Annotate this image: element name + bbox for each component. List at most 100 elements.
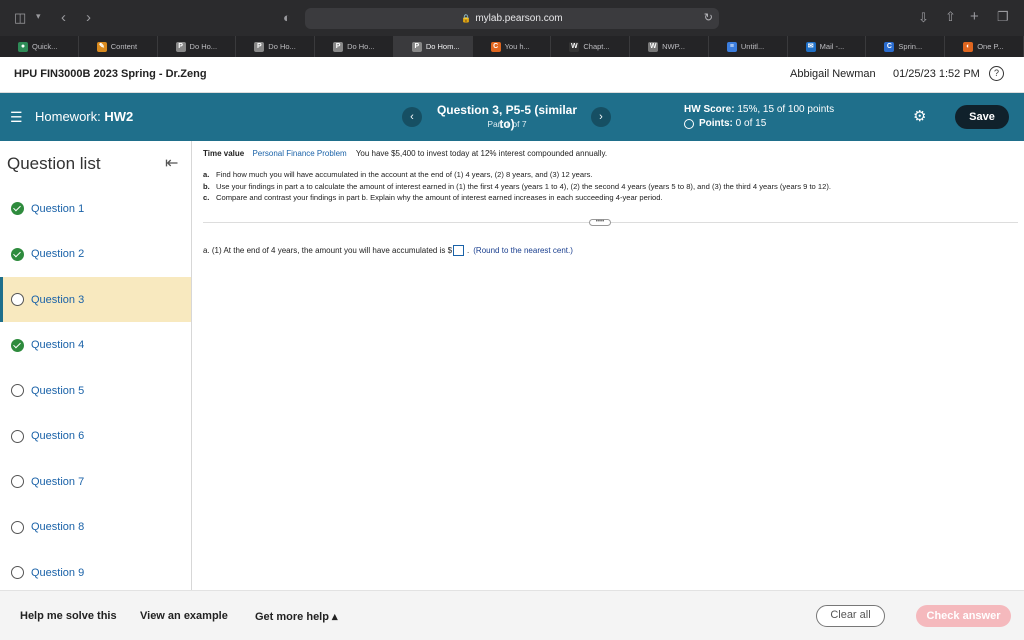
collapse-panel-icon[interactable]: ⇤ bbox=[165, 153, 178, 173]
clear-all-button[interactable]: Clear all bbox=[816, 605, 885, 627]
question-list-item[interactable]: Question 4 bbox=[0, 323, 191, 368]
browser-toolbar: ◫ ▾ ‹ › ◐ 🔒 mylab.pearson.com ↻ ⇩ ⇧ + ❐ bbox=[0, 0, 1024, 36]
tab-favicon-icon: W bbox=[648, 41, 659, 52]
more-help-button[interactable]: Get more help ▴ bbox=[255, 610, 338, 623]
tab-overview-icon[interactable]: ❐ bbox=[997, 9, 1009, 25]
empty-circle-icon bbox=[11, 566, 24, 579]
question-list-label: Question 8 bbox=[31, 521, 85, 533]
tab-favicon-icon: ◐ bbox=[963, 41, 974, 52]
tab-favicon-icon: P bbox=[411, 41, 422, 52]
question-part-item: c. Compare and contrast your findings in … bbox=[203, 192, 831, 204]
browser-tab[interactable]: ✎ Content bbox=[79, 36, 158, 57]
reload-icon[interactable]: ↻ bbox=[704, 11, 713, 24]
question-list-item[interactable]: Question 9 bbox=[0, 550, 191, 595]
tab-label: Untitl... bbox=[740, 42, 765, 51]
tab-label: Chapt... bbox=[583, 42, 610, 51]
course-title: HPU FIN3000B 2023 Spring - Dr.Zeng bbox=[14, 68, 207, 80]
empty-circle-icon bbox=[11, 475, 24, 488]
browser-tab[interactable]: P Do Ho... bbox=[236, 36, 316, 57]
browser-tab[interactable]: C You h... bbox=[473, 36, 552, 57]
browser-tab[interactable]: ≡ Untitl... bbox=[709, 36, 788, 57]
share-icon[interactable]: ⇧ bbox=[945, 9, 956, 25]
homework-label: Homework: bbox=[35, 109, 101, 124]
help-icon[interactable]: ? bbox=[989, 66, 1004, 81]
part-text: Use your findings in part a to calculate… bbox=[216, 181, 831, 191]
empty-circle-icon bbox=[11, 293, 24, 306]
answer-hint: (Round to the nearest cent.) bbox=[473, 246, 573, 255]
shield-icon[interactable]: ◐ bbox=[283, 10, 291, 25]
gear-icon[interactable]: ⚙ bbox=[913, 107, 926, 125]
browser-tab[interactable]: ◐ One P... bbox=[945, 36, 1024, 57]
points-value: 0 of 15 bbox=[735, 118, 767, 129]
tab-label: NWP... bbox=[662, 42, 685, 51]
points-label: Points: bbox=[699, 118, 733, 129]
user-name: Abbigail Newman bbox=[790, 68, 876, 80]
empty-circle-icon bbox=[11, 384, 24, 397]
question-list-label: Question 4 bbox=[31, 339, 85, 351]
browser-tab[interactable]: W Chapt... bbox=[551, 36, 631, 57]
new-tab-icon[interactable]: + bbox=[970, 8, 979, 25]
tab-favicon-icon: ✉ bbox=[805, 41, 816, 52]
question-list-item[interactable]: Question 5 bbox=[0, 368, 191, 413]
browser-tab[interactable]: ● Quick... bbox=[0, 36, 79, 57]
tab-favicon-icon: P bbox=[254, 41, 265, 52]
question-list-item[interactable]: Question 3 bbox=[0, 277, 191, 322]
tab-label: Do Ho... bbox=[347, 42, 375, 51]
browser-tab[interactable]: P Do Ho... bbox=[315, 36, 394, 57]
course-header: HPU FIN3000B 2023 Spring - Dr.Zeng Abbig… bbox=[0, 57, 1024, 93]
forward-icon[interactable]: › bbox=[86, 9, 91, 26]
question-intro: Time value Personal Finance Problem You … bbox=[203, 149, 607, 158]
answer-input[interactable] bbox=[453, 245, 465, 256]
question-list-label: Question 9 bbox=[31, 566, 85, 579]
part-text: Compare and contrast your findings in pa… bbox=[216, 193, 663, 202]
hw-score-label: HW Score: bbox=[684, 104, 735, 115]
check-circle-icon bbox=[11, 338, 24, 352]
browser-tab[interactable]: ✉ Mail -... bbox=[788, 36, 867, 57]
question-list-label: Question 3 bbox=[31, 293, 85, 306]
chevron-down-icon[interactable]: ▾ bbox=[36, 11, 41, 22]
expand-more-button[interactable]: •••• bbox=[589, 219, 611, 226]
lock-icon: 🔒 bbox=[461, 14, 472, 23]
question-list-item[interactable]: Question 1 bbox=[0, 186, 191, 231]
part-letter: c. bbox=[203, 193, 210, 202]
topic-label: Time value bbox=[203, 149, 245, 158]
tab-label: Quick... bbox=[32, 42, 58, 51]
sidebar-toggle-icon[interactable]: ◫ bbox=[14, 10, 26, 26]
question-list-label: Question 5 bbox=[31, 384, 85, 397]
tab-favicon-icon: ≡ bbox=[726, 41, 737, 52]
empty-circle-icon bbox=[11, 429, 24, 443]
tab-label: Do Hom... bbox=[425, 42, 460, 51]
back-icon[interactable]: ‹ bbox=[61, 9, 66, 26]
check-answer-button[interactable]: Check answer bbox=[916, 605, 1011, 627]
menu-icon[interactable]: ☰ bbox=[10, 109, 23, 126]
homework-bar: ☰ Homework: HW2 ‹ Question 3, P5-5 (simi… bbox=[0, 93, 1024, 141]
browser-tab[interactable]: W NWP... bbox=[630, 36, 709, 57]
question-prompt: You have $5,400 to invest today at 12% i… bbox=[355, 149, 608, 158]
tab-label: Do Ho... bbox=[189, 42, 218, 51]
tab-favicon-icon: ● bbox=[18, 41, 28, 52]
browser-tab[interactable]: P Do Hom... bbox=[393, 36, 473, 57]
download-icon[interactable]: ⇩ bbox=[918, 10, 929, 26]
tab-label: Content bbox=[110, 42, 138, 51]
part-letter: b. bbox=[203, 181, 210, 191]
save-button[interactable]: Save bbox=[955, 105, 1009, 129]
category-link[interactable]: Personal Finance Problem bbox=[252, 149, 346, 158]
previous-question-button[interactable]: ‹ bbox=[402, 107, 422, 127]
question-list-item[interactable]: Question 7 bbox=[0, 459, 191, 504]
question-list-title: Question list bbox=[7, 154, 101, 173]
question-list-label: Question 2 bbox=[31, 248, 85, 260]
question-list-item[interactable]: Question 2 bbox=[0, 232, 191, 277]
browser-tab[interactable]: C Sprin... bbox=[866, 36, 946, 57]
answer-prefix: a. (1) At the end of 4 years, the amount… bbox=[203, 246, 453, 255]
help-solve-button[interactable]: Help me solve this bbox=[20, 610, 117, 622]
part-letter: a. bbox=[203, 170, 210, 179]
view-example-button[interactable]: View an example bbox=[140, 610, 228, 622]
question-list-item[interactable]: Question 8 bbox=[0, 505, 191, 550]
browser-tab[interactable]: P Do Ho... bbox=[158, 36, 237, 57]
next-question-button[interactable]: › bbox=[591, 107, 611, 127]
address-bar[interactable]: 🔒 mylab.pearson.com ↻ bbox=[305, 8, 719, 29]
datetime: 01/25/23 1:52 PM bbox=[893, 68, 980, 80]
question-list-item[interactable]: Question 6 bbox=[0, 414, 191, 459]
tab-favicon-icon: W bbox=[569, 41, 580, 52]
question-content: Time value Personal Finance Problem You … bbox=[192, 141, 1024, 590]
